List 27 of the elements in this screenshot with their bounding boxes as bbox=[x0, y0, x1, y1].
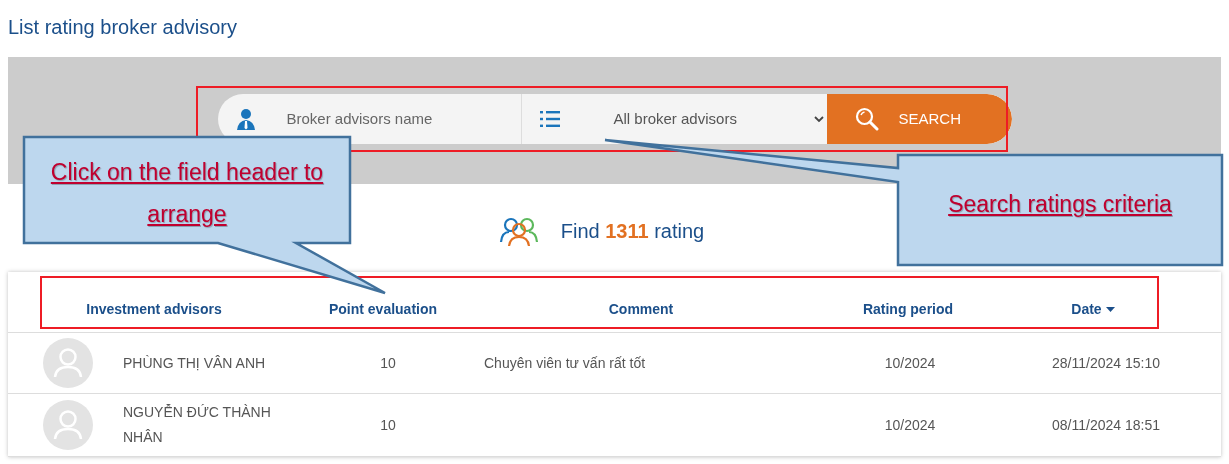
rating-period: 10/2024 bbox=[884, 353, 936, 373]
column-header[interactable]: Point evaluation bbox=[328, 298, 438, 320]
search-icon bbox=[854, 107, 879, 131]
rating-period: 10/2024 bbox=[884, 415, 936, 435]
callout-text: Click on the field header to arrange bbox=[49, 158, 325, 229]
advisor-name: NGUYỄN ĐỨC THÀNH NHÂN bbox=[123, 403, 272, 447]
point-value: 10 bbox=[380, 353, 396, 373]
person-icon bbox=[235, 108, 256, 130]
people-icon bbox=[498, 216, 539, 246]
list-icon bbox=[539, 111, 560, 127]
rating-date: 08/11/2024 18:51 bbox=[1052, 415, 1160, 435]
name-field[interactable]: Broker advisors name bbox=[286, 107, 507, 131]
point-value: 10 bbox=[380, 415, 396, 435]
column-header[interactable]: Date bbox=[1071, 298, 1115, 320]
avatar-icon bbox=[43, 400, 93, 450]
callout-text: Search ratings criteria bbox=[948, 190, 1172, 219]
column-header[interactable]: Rating period bbox=[862, 298, 954, 320]
rating-date: 28/11/2024 15:10 bbox=[1052, 353, 1160, 373]
result-count: Find 1311 rating bbox=[560, 219, 705, 244]
column-header[interactable]: Comment bbox=[608, 298, 674, 320]
column-header[interactable]: Investment advisors bbox=[86, 298, 222, 320]
sort-caret-icon bbox=[1105, 306, 1115, 312]
chevron-down-icon bbox=[813, 115, 824, 123]
page-title: List rating broker advisory bbox=[7, 15, 238, 40]
avatar-icon bbox=[43, 338, 93, 388]
advisor-name: PHÙNG THỊ VÂN ANH bbox=[123, 353, 267, 373]
comment-text: Chuyên viên tư vấn rất tốt bbox=[484, 353, 646, 373]
